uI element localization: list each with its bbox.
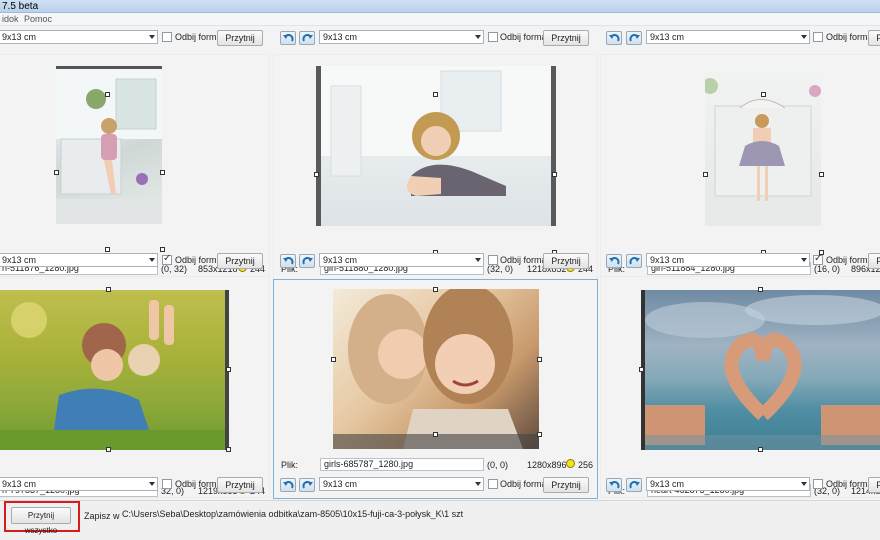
crop-button[interactable]: Przytnij <box>543 477 589 493</box>
file-label: Plik: <box>281 460 299 470</box>
photo-cell[interactable]: rl-797837_1280.jpg 32, 0) 1219x853 244 <box>0 276 270 498</box>
photo-cell-selected[interactable]: Plik: girls-685787_1280.jpg (0, 0) 1280x… <box>273 279 598 499</box>
size-select[interactable]: 9x13 cm <box>646 30 810 44</box>
save-to-label: Zapisz w <box>84 511 120 521</box>
mirror-checkbox[interactable] <box>813 32 823 42</box>
size-select[interactable]: 9x13 cm <box>646 253 810 267</box>
size-select[interactable]: 9x13 cm <box>319 477 484 491</box>
photo-thumbnail[interactable] <box>0 290 229 450</box>
menu-item-view[interactable]: idok <box>2 14 19 24</box>
dpi-value: 256 <box>578 460 594 470</box>
save-path[interactable]: C:\Users\Seba\Desktop\zamówienia odbitka… <box>122 509 463 519</box>
photo-thumbnail[interactable] <box>705 66 821 226</box>
crop-button[interactable]: Przytnij <box>868 253 880 269</box>
rotate-right-button[interactable] <box>626 478 642 492</box>
rotate-right-button[interactable] <box>299 31 315 45</box>
photo-thumbnail[interactable] <box>333 289 539 449</box>
size-select[interactable]: 9x13 cm <box>319 253 484 267</box>
mirror-checkbox[interactable] <box>813 479 823 489</box>
crop-offset: (32, 0) <box>487 264 514 274</box>
mirror-checkbox[interactable] <box>488 479 498 489</box>
crop-button[interactable]: Przytnij <box>543 30 589 46</box>
menu-bar: idok Pomoc <box>0 13 880 26</box>
mirror-checkbox[interactable] <box>488 32 498 42</box>
photo-cell[interactable]: Plik: heart-462873_1280.jpg (32, 0) 1214… <box>600 276 880 498</box>
crop-button[interactable]: Przytnij <box>868 30 880 46</box>
mirror-label: Odbij format <box>500 32 550 42</box>
dpi-indicator <box>566 459 575 468</box>
mirror-label: Odbij format <box>500 255 550 265</box>
rotate-right-button[interactable] <box>299 254 315 268</box>
crop-button[interactable]: Przytnij <box>217 253 263 269</box>
filename-field[interactable]: girls-685787_1280.jpg <box>320 458 484 471</box>
crop-offset: (0, 0) <box>487 460 509 470</box>
rotate-left-button[interactable] <box>280 478 296 492</box>
rotate-right-button[interactable] <box>299 478 315 492</box>
photo-grid: 9x13 cm Odbij format Przytnij 9x13 cm Od… <box>0 26 880 500</box>
title-bar: 7.5 beta <box>0 0 880 13</box>
rotate-left-button[interactable] <box>280 31 296 45</box>
window-title: 7.5 beta <box>2 1 39 12</box>
mirror-checkbox[interactable] <box>162 32 172 42</box>
crop-offset: (0, 32) <box>161 264 188 274</box>
crop-all-button[interactable]: Przytnij wszystko <box>11 507 71 535</box>
size-select[interactable]: 9x13 cm <box>0 30 158 44</box>
menu-item-help[interactable]: Pomoc <box>24 14 52 24</box>
mirror-checkbox[interactable] <box>162 253 172 265</box>
crop-button[interactable]: Przytnij <box>217 477 263 493</box>
mirror-checkbox[interactable] <box>813 253 823 265</box>
rotate-right-button[interactable] <box>626 31 642 45</box>
rotate-left-button[interactable] <box>606 254 622 268</box>
rotate-left-button[interactable] <box>606 31 622 45</box>
crop-button[interactable]: Przytnij <box>543 253 589 269</box>
photo-thumbnail[interactable] <box>56 66 162 224</box>
rotate-left-button[interactable] <box>280 254 296 268</box>
rotate-left-button[interactable] <box>606 478 622 492</box>
photo-thumbnail[interactable] <box>316 66 556 226</box>
size-select[interactable]: 9x13 cm <box>319 30 484 44</box>
crop-button[interactable]: Przytnij <box>217 30 263 46</box>
mirror-checkbox[interactable] <box>162 479 172 489</box>
rotate-right-button[interactable] <box>626 254 642 268</box>
size-select[interactable]: 9x13 cm <box>646 477 810 491</box>
size-select[interactable]: 9x13 cm <box>0 477 158 491</box>
photo-thumbnail[interactable] <box>641 290 880 450</box>
mirror-checkbox[interactable] <box>488 255 498 265</box>
footer-bar: Przytnij wszystko Zapisz w C:\Users\Seba… <box>0 500 880 540</box>
image-dimensions: 1280x896 <box>527 460 567 470</box>
mirror-label: Odbij format <box>500 479 550 489</box>
crop-offset: (16, 0) <box>814 264 841 274</box>
size-select[interactable]: 9x13 cm <box>0 253 158 267</box>
crop-button[interactable]: Przytnij <box>868 477 880 493</box>
